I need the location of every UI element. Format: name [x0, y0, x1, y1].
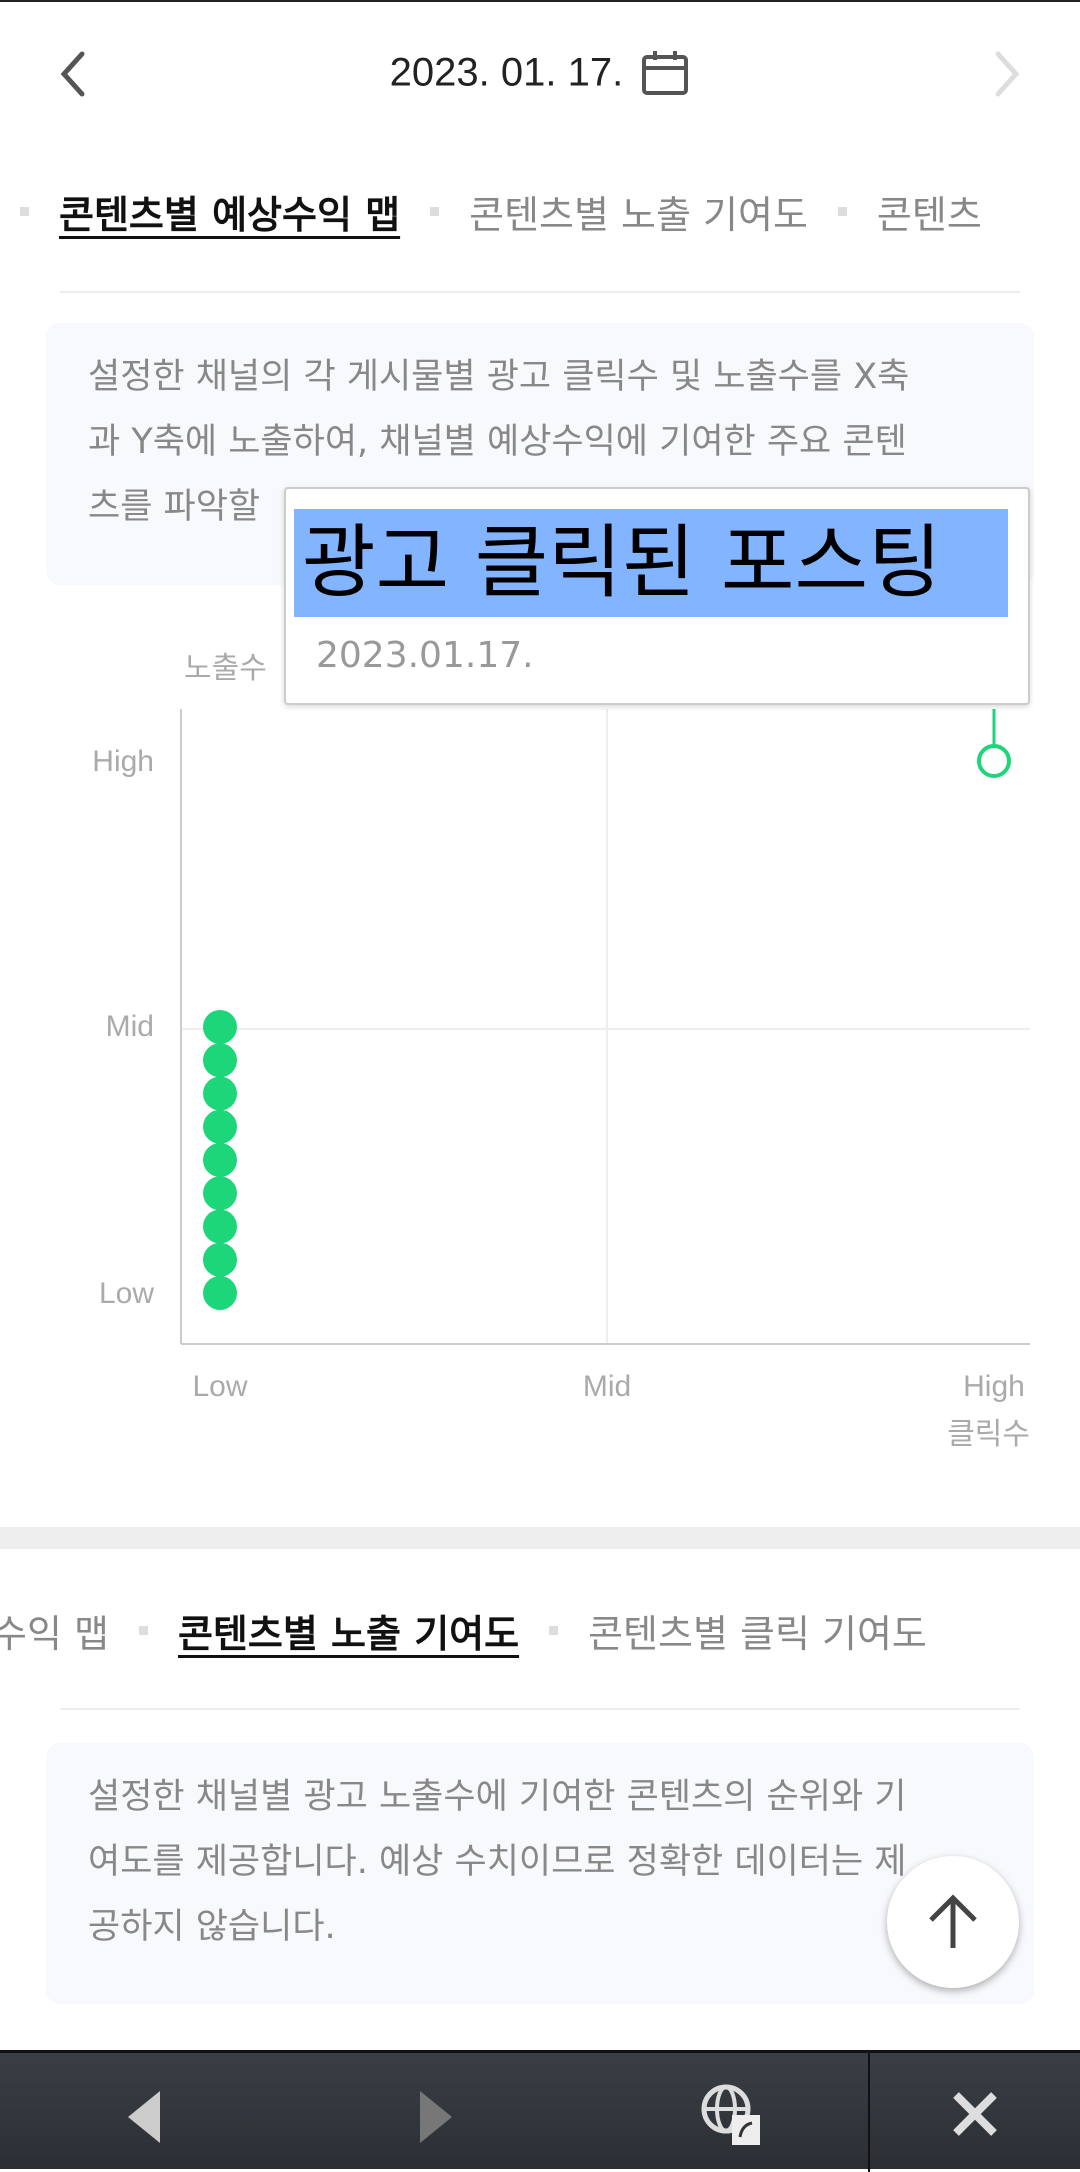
info-line: 공하지 않습니다.	[88, 1907, 336, 1947]
x-tick-label: High	[963, 1370, 1025, 1403]
divider	[60, 1708, 1020, 1710]
y-axis-label: 노출수	[184, 651, 267, 686]
data-point	[203, 1276, 237, 1310]
scatter-chart: Low Mid High Low Mid High 노출수클릭수	[92, 651, 1030, 1452]
tab-impression-contribution[interactable]: 콘텐츠별 노출 기여도	[467, 184, 810, 239]
tooltip-date: 2023.01.17.	[316, 635, 534, 676]
data-point	[203, 1209, 237, 1244]
chevron-right-icon	[995, 51, 1020, 97]
info-line: 과 Y축에 노출하여, 채널별 예상수익에 기여한 주요 콘텐	[88, 422, 907, 462]
x-axis-label: 클릭수	[947, 1417, 1030, 1452]
data-point-selected	[977, 744, 1011, 778]
tab-revenue-map[interactable]: 수익 맵	[0, 1603, 111, 1658]
y-tick-label: Mid	[106, 1010, 154, 1043]
info-line: 여도를 제공합니다. 예상 수치이므로 정확한 데이터는 제	[88, 1842, 907, 1882]
info-box-2: 설정한 채널별 광고 노출수에 기여한 콘텐츠의 순위와 기 여도를 제공합니다…	[46, 1743, 1034, 2004]
data-point	[203, 1176, 237, 1211]
tooltip: 광고 클릭된 포스팅 2023.01.17.	[284, 487, 1030, 705]
bar-divider	[868, 2053, 870, 2172]
data-point	[203, 1010, 237, 1044]
info-line: 설정한 채널의 각 게시물별 광고 클릭수 및 노출수를 X축	[88, 357, 910, 397]
calendar-icon[interactable]	[640, 48, 690, 98]
divider	[60, 291, 1020, 293]
data-point	[203, 1043, 237, 1078]
tab-impression-contribution[interactable]: 콘텐츠별 노출 기여도	[176, 1603, 521, 1658]
close-icon[interactable]	[952, 2091, 998, 2137]
tab-click-contribution[interactable]: 콘텐츠별 클릭 기여도	[586, 1603, 929, 1658]
back-triangle-icon[interactable]	[128, 2091, 162, 2143]
tab-bar-2: 수익 맵 콘텐츠별 노출 기여도 콘텐츠별 클릭 기여도	[0, 1603, 929, 1658]
x-tick-label: Mid	[583, 1370, 631, 1403]
y-tick-label: High	[92, 745, 154, 778]
scroll-to-top-button[interactable]	[887, 1856, 1019, 1988]
data-point	[203, 1109, 237, 1144]
tab-bar-1: 콘텐츠별 예상수익 맵 콘텐츠별 노출 기여도 콘텐츠	[20, 184, 984, 239]
arrow-up-icon	[929, 1894, 977, 1948]
info-line: 설정한 채널별 광고 노출수에 기여한 콘텐츠의 순위와 기	[88, 1777, 907, 1817]
date-label: 2023. 01. 17.	[389, 50, 624, 95]
x-tick-label: Low	[192, 1370, 247, 1403]
top-border	[0, 0, 1080, 2]
browser-bottom-bar	[0, 2050, 1080, 2172]
globe-link-icon[interactable]	[700, 2083, 762, 2147]
y-tick-label: Low	[99, 1277, 154, 1310]
data-point	[203, 1076, 237, 1111]
next-date-button[interactable]	[984, 48, 1028, 100]
tooltip-title: 광고 클릭된 포스팅	[294, 509, 1008, 617]
data-point	[203, 1143, 237, 1177]
data-point	[203, 1242, 237, 1277]
date-selector[interactable]: 2023. 01. 17.	[0, 48, 1080, 98]
section-separator	[0, 1527, 1080, 1549]
forward-triangle-icon[interactable]	[418, 2091, 452, 2143]
tab-revenue-map[interactable]: 콘텐츠별 예상수익 맵	[57, 184, 402, 239]
tab-click-contribution[interactable]: 콘텐츠	[875, 184, 984, 239]
